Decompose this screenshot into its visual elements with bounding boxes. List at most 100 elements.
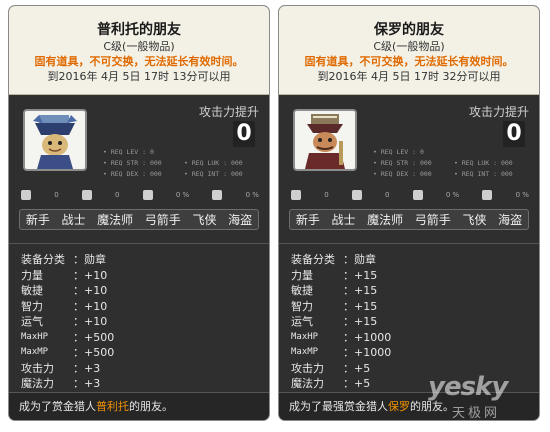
enhance-icon xyxy=(81,190,92,200)
stat-value: ：勋章 xyxy=(343,253,376,266)
stat-key: 魔法力 xyxy=(21,377,54,390)
item-tooltip-card: 保罗的朋友 C级(一般物品) 固有道具，不可交换，无法延长有效时间。 到2016… xyxy=(278,5,540,421)
enhance-value: 0 xyxy=(115,191,120,199)
req-luk: • REQ LUK : 000 xyxy=(184,159,243,167)
stat-value: ：+500 xyxy=(73,346,115,359)
stat-row: 魔法力 ：+3 xyxy=(21,376,257,392)
job-warrior: 战士 xyxy=(61,213,86,227)
stat-value: ：+3 xyxy=(73,361,101,375)
description-text: 成为了最强赏金猎人 xyxy=(289,400,388,413)
requirements: • REQ LEV : 0 • REQ STR : 000 • REQ LUK :… xyxy=(373,147,535,180)
medal-character-icon xyxy=(33,115,77,169)
job-magician: 魔法师 xyxy=(367,213,404,227)
stat-row: 装备分类 ：勋章 xyxy=(21,252,257,268)
stat-key: 敏捷 xyxy=(21,284,43,297)
stat-row: MaxHP ：+1000 xyxy=(291,330,527,346)
stat-key: MaxMP xyxy=(291,347,319,357)
stat-key: 运气 xyxy=(21,315,43,328)
job-archer: 弓箭手 xyxy=(414,213,451,227)
description-highlight: 保罗 xyxy=(388,400,410,413)
stat-row: 智力 ：+10 xyxy=(21,299,257,315)
job-thief: 飞侠 xyxy=(462,213,487,227)
stat-value: ：+5 xyxy=(343,377,371,390)
stat-value: ：+10 xyxy=(73,315,108,328)
tooltip-header: 保罗的朋友 C级(一般物品) 固有道具，不可交换，无法延长有效时间。 到2016… xyxy=(279,6,539,95)
req-int: • REQ INT : 000 xyxy=(184,170,243,178)
job-pirate: 海盗 xyxy=(498,213,523,227)
item-description: 成为了赏金猎人普利托的朋友。 xyxy=(9,392,269,420)
attack-increase-label: 攻击力提升 xyxy=(468,105,529,119)
property-icons-row: 0 0 0 % 0 % xyxy=(21,189,259,201)
stat-key: 装备分类 xyxy=(291,253,335,266)
stat-key: 攻击力 xyxy=(291,361,324,375)
stat-value: ：+10 xyxy=(73,299,108,313)
req-str: • REQ STR : 000 xyxy=(373,159,432,167)
job-archer: 弓箭手 xyxy=(144,213,181,227)
stat-value: ：+10 xyxy=(73,268,108,282)
item-tooltip-card: 普利托的朋友 C级(一般物品) 固有道具，不可交换，无法延长有效时间。 到201… xyxy=(8,5,270,421)
stat-row: 敏捷 ：+15 xyxy=(291,283,527,299)
req-lev: • REQ LEV : 0 xyxy=(103,148,154,156)
item-image xyxy=(23,109,87,171)
stat-value: ：+1000 xyxy=(343,346,392,359)
stat-row: MaxHP ：+500 xyxy=(21,330,257,346)
req-luk: • REQ LUK : 000 xyxy=(454,159,513,167)
watermark-subtitle: 天极网 xyxy=(452,406,501,421)
job-thief: 飞侠 xyxy=(192,213,217,227)
stat-row: 力量 ：+15 xyxy=(291,268,527,284)
stat-key: 智力 xyxy=(291,299,313,313)
stats-list: 装备分类 ：勋章 力量 ：+10 敏捷 ：+10 智力 ：+10 运气 ：+10 MaxH… xyxy=(9,244,269,392)
tooltip-header: 普利托的朋友 C级(一般物品) 固有道具，不可交换，无法延长有效时间。 到201… xyxy=(9,6,269,95)
job-beginner: 新手 xyxy=(25,213,50,227)
stat-value: ：+10 xyxy=(73,284,108,297)
item-warning: 固有道具，不可交换，无法延长有效时间。 xyxy=(304,55,514,68)
stat-key: 智力 xyxy=(21,299,43,313)
attack-increase-value: 0 xyxy=(233,121,255,147)
job-warrior: 战士 xyxy=(331,213,356,227)
stat-key: 装备分类 xyxy=(21,253,65,266)
stat-row: 装备分类 ：勋章 xyxy=(291,252,527,268)
stat-row: 攻击力 ：+3 xyxy=(21,361,257,377)
attack-increase-label: 攻击力提升 xyxy=(198,105,259,119)
stat-key: 魔法力 xyxy=(291,377,324,390)
enhance-value: 0 xyxy=(385,191,390,199)
stats-list: 装备分类 ：勋章 力量 ：+15 敏捷 ：+15 智力 ：+15 运气 ：+15 MaxH… xyxy=(279,244,539,392)
job-pirate: 海盗 xyxy=(228,213,253,227)
stat-row: 敏捷 ：+10 xyxy=(21,283,257,299)
stat-key: 力量 xyxy=(21,268,43,282)
stat-row: 运气 ：+15 xyxy=(291,314,527,330)
stat-key: MaxHP xyxy=(21,331,49,342)
stat-row: MaxMP ：+500 xyxy=(21,345,257,361)
req-lev: • REQ LEV : 0 xyxy=(373,148,424,156)
job-list: 新手 战士 魔法师 弓箭手 飞侠 海盗 xyxy=(19,209,259,230)
stat-value: ：+500 xyxy=(73,330,115,344)
stat-key: 攻击力 xyxy=(21,361,54,375)
attack-increase-value: 0 xyxy=(503,121,525,147)
stat-row: 运气 ：+10 xyxy=(21,314,257,330)
description-text-end: 的朋友。 xyxy=(129,400,173,413)
item-grade: C级(一般物品) xyxy=(373,40,445,53)
description-text: 成为了赏金猎人 xyxy=(19,400,96,413)
stat-key: 力量 xyxy=(291,268,313,282)
stat-value: ：+15 xyxy=(343,315,378,328)
stat-value: ：+15 xyxy=(343,268,378,282)
stat-row: MaxMP ：+1000 xyxy=(291,345,527,361)
watermark-logo: yesky xyxy=(428,372,508,402)
item-name: 保罗的朋友 xyxy=(374,22,444,38)
item-detail-section: 攻击力提升 0 • REQ LEV : 0 • REQ STR : 000 • R… xyxy=(279,95,539,244)
upgrade-value: 0 xyxy=(54,191,59,199)
stat-value: ：+3 xyxy=(73,377,101,390)
upgrade-icon xyxy=(21,190,31,200)
potential-value: 0 % xyxy=(175,191,190,199)
bonus-icon xyxy=(212,190,223,200)
job-beginner: 新手 xyxy=(295,213,320,227)
stat-row: 力量 ：+10 xyxy=(21,268,257,284)
requirements: • REQ LEV : 0 • REQ STR : 000 • REQ LUK :… xyxy=(103,147,265,180)
stat-value: ：+15 xyxy=(343,284,378,297)
upgrade-icon xyxy=(291,190,301,200)
stat-key: MaxHP xyxy=(291,331,319,342)
stat-key: 敏捷 xyxy=(291,284,313,297)
upgrade-value: 0 xyxy=(324,191,329,199)
stat-value: ：+1000 xyxy=(343,330,392,344)
medal-character-icon xyxy=(305,114,345,169)
